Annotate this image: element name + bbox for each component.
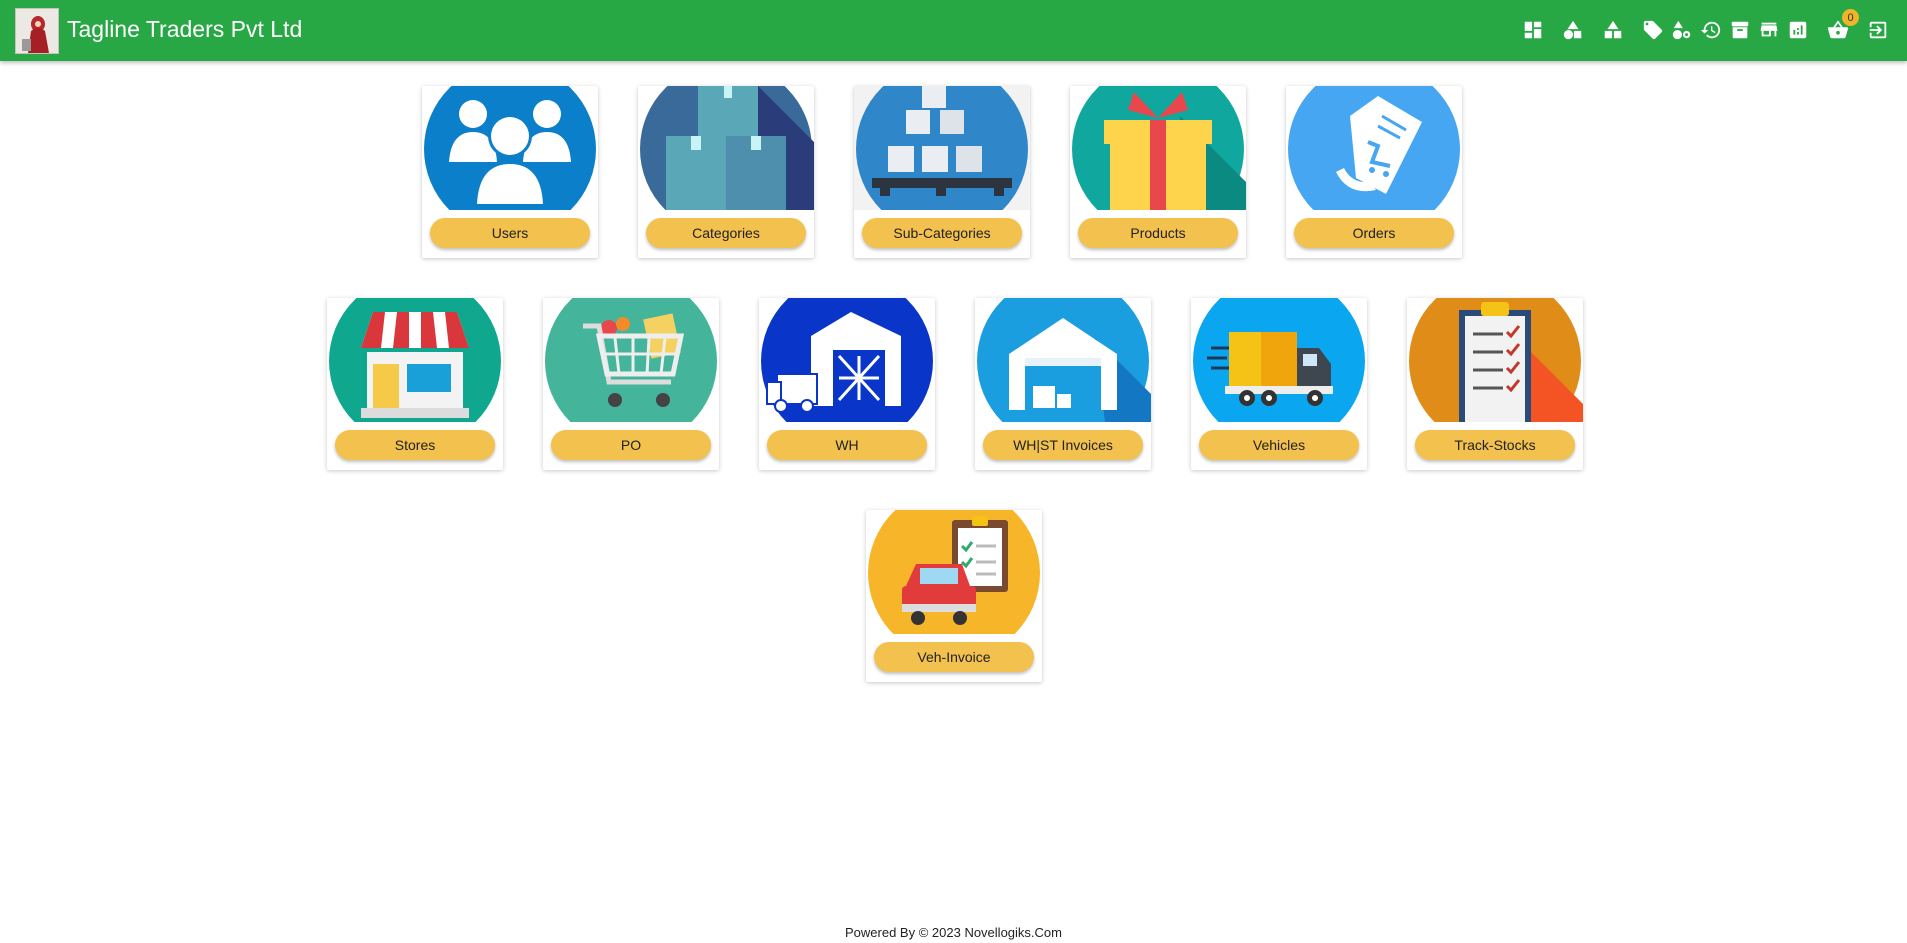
company-logo[interactable] (15, 8, 59, 54)
tile-stores[interactable]: Stores (327, 298, 503, 470)
cart-icon[interactable]: 0 (1825, 9, 1859, 43)
track-stocks-button[interactable]: Track-Stocks (1415, 430, 1575, 460)
store-icon[interactable] (1756, 17, 1782, 43)
gift-icon (1070, 86, 1246, 210)
wh-st-invoices-button[interactable]: WH|ST Invoices (983, 430, 1143, 460)
products-button[interactable]: Products (1078, 218, 1238, 248)
tile-track-stocks[interactable]: Track-Stocks (1407, 298, 1583, 470)
tile-wh-st-invoices[interactable]: WH|ST Invoices (975, 298, 1151, 470)
car-checklist-icon (866, 510, 1042, 634)
boxes-icon (638, 86, 814, 210)
users-button[interactable]: Users (430, 218, 590, 248)
truck-icon (1191, 298, 1367, 422)
wh-button[interactable]: WH (767, 430, 927, 460)
sub-categories-button[interactable]: Sub-Categories (862, 218, 1022, 248)
shapes-icon[interactable] (1560, 17, 1586, 43)
veh-invoice-button[interactable]: Veh-Invoice (874, 642, 1034, 672)
brand-title[interactable]: Tagline Traders Pvt Ltd (67, 16, 302, 43)
tile-veh-invoice[interactable]: Veh-Invoice (866, 510, 1042, 682)
warehouse-icon (759, 298, 935, 422)
storefront-icon (327, 298, 503, 422)
footer-credit: Powered By © 2023 Novellogiks.Com (845, 925, 1062, 940)
history-icon[interactable] (1698, 17, 1724, 43)
tag-icon[interactable] (1640, 17, 1666, 43)
clipboard-checklist-icon (1407, 298, 1583, 422)
tile-vehicles[interactable]: Vehicles (1191, 298, 1367, 470)
cart-count-badge: 0 (1842, 9, 1859, 26)
nav-icons: 0 (1517, 9, 1891, 43)
dashboard-icon[interactable] (1520, 17, 1546, 43)
tile-categories[interactable]: Categories (638, 86, 814, 258)
users-icon (422, 86, 598, 210)
shopping-cart-icon (543, 298, 719, 422)
po-button[interactable]: PO (551, 430, 711, 460)
category-settings-icon[interactable] (1669, 17, 1695, 43)
tile-sub-categories[interactable]: Sub-Categories (854, 86, 1030, 258)
tile-users[interactable]: Users (422, 86, 598, 258)
top-navbar: Tagline Traders Pvt Ltd 0 (0, 0, 1907, 61)
tile-products[interactable]: Products (1070, 86, 1246, 258)
archive-icon[interactable] (1727, 17, 1753, 43)
warehouse-garage-icon (975, 298, 1151, 422)
orders-button[interactable]: Orders (1294, 218, 1454, 248)
tile-orders[interactable]: Orders (1286, 86, 1462, 258)
stores-button[interactable]: Stores (335, 430, 495, 460)
analytics-icon[interactable] (1785, 17, 1811, 43)
logout-icon[interactable] (1865, 17, 1891, 43)
categories-button[interactable]: Categories (646, 218, 806, 248)
pallet-icon (854, 86, 1030, 210)
tile-wh[interactable]: WH (759, 298, 935, 470)
vehicles-button[interactable]: Vehicles (1199, 430, 1359, 460)
receipt-cart-icon (1286, 86, 1462, 210)
tile-po[interactable]: PO (543, 298, 719, 470)
category-icon[interactable] (1600, 17, 1626, 43)
